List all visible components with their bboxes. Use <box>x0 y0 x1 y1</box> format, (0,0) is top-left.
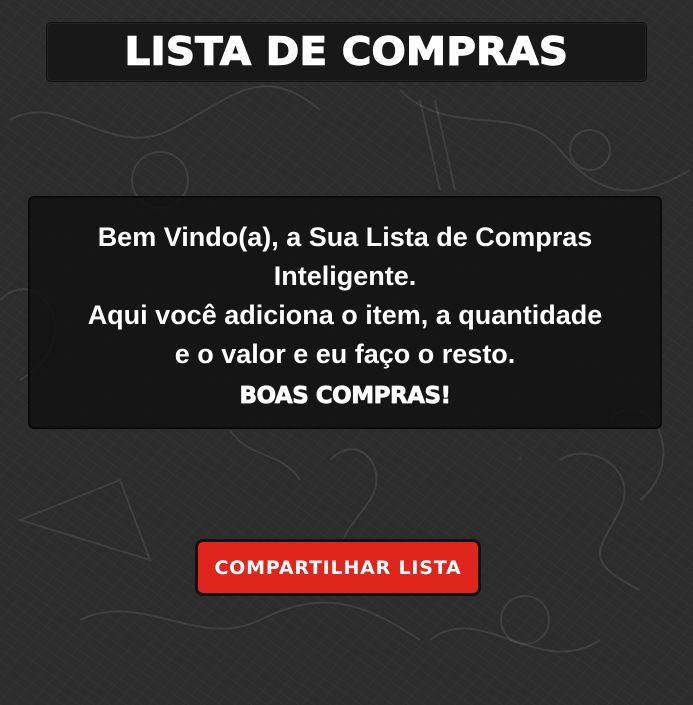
title-banner: LISTA DE COMPRAS <box>46 22 647 82</box>
welcome-panel: Bem Vindo(a), a Sua Lista de Compras Int… <box>28 196 662 429</box>
welcome-line-3: Aqui você adiciona o item, a quantidade <box>87 300 603 330</box>
closing-message: BOAS COMPRAS! <box>239 383 451 410</box>
welcome-line-4: e o valor e eu faço o resto. <box>174 339 516 369</box>
welcome-message: Bem Vindo(a), a Sua Lista de Compras Int… <box>30 218 660 374</box>
welcome-line-1: Bem Vindo(a), a Sua Lista de Compras <box>97 222 593 252</box>
welcome-line-2: Inteligente. <box>273 261 417 291</box>
share-list-button[interactable]: COMPARTILHAR LISTA <box>195 539 481 596</box>
page-title: LISTA DE COMPRAS <box>124 29 569 74</box>
